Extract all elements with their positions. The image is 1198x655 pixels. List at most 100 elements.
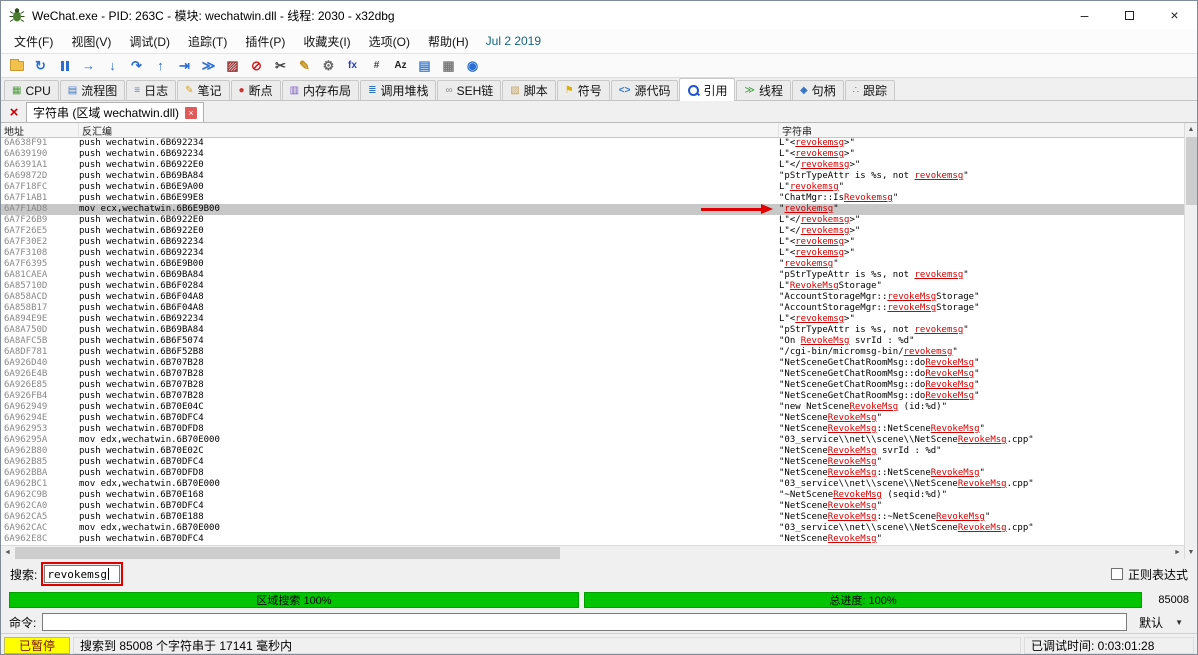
tab-log[interactable]: ≡ 日志 [126,80,177,100]
table-row[interactable]: 6A69872D push wechatwin.6B69BA84 "pStrType… [1,171,1184,182]
scroll-down-icon[interactable]: ▼ [1185,546,1197,559]
horizontal-scroll-thumb[interactable] [15,547,560,559]
tab-breakpoints[interactable]: ● 断点 [230,80,281,100]
minimize-button[interactable]: – [1062,1,1107,29]
browser-button[interactable]: ◉ [461,56,484,76]
table-row[interactable]: 6A7F18FC push wechatwin.6B6E9A00 L"revokem… [1,182,1184,193]
table-row[interactable]: 6A7F1AD8 mov ecx,wechatwin.6B6E9B00 "revok… [1,204,1184,215]
table-row[interactable]: 6A7F6395 push wechatwin.6B6E9B00 "revokems… [1,259,1184,270]
vertical-scroll-thumb[interactable] [1186,137,1197,205]
step-into-button[interactable]: ↓ [101,56,124,76]
vertical-scrollbar[interactable]: ▲ ▼ [1184,123,1197,559]
menu-item[interactable]: 插件(P) [236,29,294,54]
table-row[interactable]: 6A858B17 push wechatwin.6B6F04A8 "AccountS… [1,303,1184,314]
font-button[interactable]: Az [389,56,412,76]
table-row[interactable]: 6A638F91 push wechatwin.6B692234 L"<revoke… [1,138,1184,149]
table-row[interactable]: 6A962BBA push wechatwin.6B70DFD8 "NetScene… [1,468,1184,479]
grid-button[interactable]: ▦ [437,56,460,76]
tab-script[interactable]: ▧ 脚本 [502,80,556,100]
maximize-button[interactable] [1107,1,1152,29]
tab-symbols[interactable]: ⚑ 符号 [556,80,610,100]
scissors-button[interactable]: ✂ [269,56,292,76]
search-input[interactable]: revokemsg [44,565,121,583]
table-row[interactable]: 6A962B85 push wechatwin.6B70DFC4 "NetScene… [1,457,1184,468]
menu-item[interactable]: 文件(F) [5,29,62,54]
notes-doc-button[interactable]: ▤ [413,56,436,76]
table-row[interactable]: 6A7F26B9 push wechatwin.6B6922E0 L"</revok… [1,215,1184,226]
pencil-button[interactable]: ✎ [293,56,316,76]
column-header-disassembly[interactable]: 反汇编 [79,123,779,138]
table-row[interactable]: 6A926D40 push wechatwin.6B707B28 "NetScene… [1,358,1184,369]
run-button[interactable]: → [77,56,100,76]
table-row[interactable]: 6A96294E push wechatwin.6B70DFC4 "NetScene… [1,413,1184,424]
close-button[interactable]: × [1152,1,1197,29]
scroll-up-icon[interactable]: ▲ [1185,123,1197,136]
menu-item[interactable]: 选项(O) [360,29,419,54]
table-row[interactable]: 6A926E4B push wechatwin.6B707B28 "NetScene… [1,369,1184,380]
close-tab-icon[interactable]: × [185,106,198,119]
table-row[interactable]: 6A894E9E push wechatwin.6B692234 L"<revoke… [1,314,1184,325]
table-row[interactable]: 6A7F1AB1 push wechatwin.6B6E99E8 "ChatMgr:… [1,193,1184,204]
table-row[interactable]: 6A6391A1 push wechatwin.6B6922E0 L"</revok… [1,160,1184,171]
tab-seh-chain[interactable]: ∞ SEH链 [437,80,502,100]
table-row[interactable]: 6A962B80 push wechatwin.6B70E02C "NetScene… [1,446,1184,457]
step-out-button[interactable]: ↑ [149,56,172,76]
tab-source[interactable]: <> 源代码 [610,80,679,100]
table-row[interactable]: 6A962BC1 mov edx,wechatwin.6B70E000 "03_se… [1,479,1184,490]
table-row[interactable]: 6A962953 push wechatwin.6B70DFD8 "NetScene… [1,424,1184,435]
scroll-left-icon[interactable]: ◄ [1,546,14,559]
column-header-address[interactable]: 地址 [1,123,79,138]
run-to-cursor-button[interactable]: ⇥ [173,56,196,76]
table-row[interactable]: 6A81CAEA push wechatwin.6B69BA84 "pStrType… [1,270,1184,281]
tab-graph[interactable]: ▤ 流程图 [59,80,126,100]
table-row[interactable]: 6A8AFC5B push wechatwin.6B6F5074 "On Revok… [1,336,1184,347]
table-row[interactable]: 6A962C9B push wechatwin.6B70E168 "~NetScen… [1,490,1184,501]
table-row[interactable]: 6A8DF781 push wechatwin.6B6F52B8 "/cgi-bin… [1,347,1184,358]
regex-checkbox[interactable] [1110,568,1123,580]
tab-references[interactable]: 引用 [679,78,736,101]
title-bar[interactable]: WeChat.exe - PID: 263C - 模块: wechatwin.d… [1,1,1197,29]
column-header-string[interactable]: 字符串 [779,123,1184,138]
tab-memory-map[interactable]: ▥ 内存布局 [281,80,360,100]
tab-threads[interactable]: ≫ 线程 [736,80,791,100]
patch-button[interactable]: ▨ [221,56,244,76]
table-row[interactable]: 6A8A750D push wechatwin.6B69BA84 "pStrType… [1,325,1184,336]
table-row[interactable]: 6A962CAC mov edx,wechatwin.6B70E000 "03_se… [1,523,1184,534]
table-row[interactable]: 6A7F26E5 push wechatwin.6B6922E0 L"</revok… [1,226,1184,237]
command-input[interactable] [42,613,1128,631]
table-row[interactable]: 6A962CA5 push wechatwin.6B70E188 "NetScene… [1,512,1184,523]
tab-cpu[interactable]: ▦ CPU [4,80,59,100]
menu-item[interactable]: 收藏夹(I) [294,29,359,54]
tab-handles[interactable]: ◆ 句柄 [791,80,844,100]
table-row[interactable]: 6A858ACD push wechatwin.6B6F04A8 "AccountS… [1,292,1184,303]
table-row[interactable]: 6A962CA0 push wechatwin.6B70DFC4 "NetScene… [1,501,1184,512]
menu-item[interactable]: 帮助(H) [419,29,478,54]
table-row[interactable]: 6A926FB4 push wechatwin.6B707B28 "NetScene… [1,391,1184,402]
tab-trace[interactable]: ∴ 跟踪 [844,80,896,100]
hash-button[interactable]: # [365,56,388,76]
menu-item[interactable]: 追踪(T) [179,29,236,54]
calculator-button[interactable]: fx [341,56,364,76]
settings-gear-button[interactable]: ⚙ [317,56,340,76]
step-over-button[interactable]: ↷ [125,56,148,76]
table-row[interactable]: 6A962E8C push wechatwin.6B70DFC4 "NetScene… [1,534,1184,545]
table-row[interactable]: 6A926E85 push wechatwin.6B707B28 "NetScene… [1,380,1184,391]
tab-call-stack[interactable]: ≣ 调用堆栈 [360,80,437,100]
horizontal-scrollbar[interactable]: ◄ ► [1,545,1184,559]
open-file-button[interactable] [5,56,28,76]
close-references-button[interactable]: × [5,103,23,121]
command-profile-dropdown[interactable]: 默认 ▼ [1133,613,1189,631]
pause-button[interactable] [53,56,76,76]
stop-button[interactable]: ⊘ [245,56,268,76]
scroll-right-icon[interactable]: ► [1171,546,1184,559]
menu-item[interactable]: 调试(D) [120,29,179,54]
table-row[interactable]: 6A7F3108 push wechatwin.6B692234 L"<revoke… [1,248,1184,259]
menu-item[interactable]: 视图(V) [62,29,120,54]
tab-strings-wechatwin[interactable]: 字符串 (区域 wechatwin.dll) × [26,102,205,122]
table-row[interactable]: 6A85710D push wechatwin.6B6F0284 L"RevokeM… [1,281,1184,292]
table-row[interactable]: 6A962949 push wechatwin.6B70E04C "new NetS… [1,402,1184,413]
table-row[interactable]: 6A96295A mov edx,wechatwin.6B70E000 "03_se… [1,435,1184,446]
table-row[interactable]: 6A7F30E2 push wechatwin.6B692234 L"<revoke… [1,237,1184,248]
restart-button[interactable]: ↻ [29,56,52,76]
animate-button[interactable]: ≫ [197,56,220,76]
